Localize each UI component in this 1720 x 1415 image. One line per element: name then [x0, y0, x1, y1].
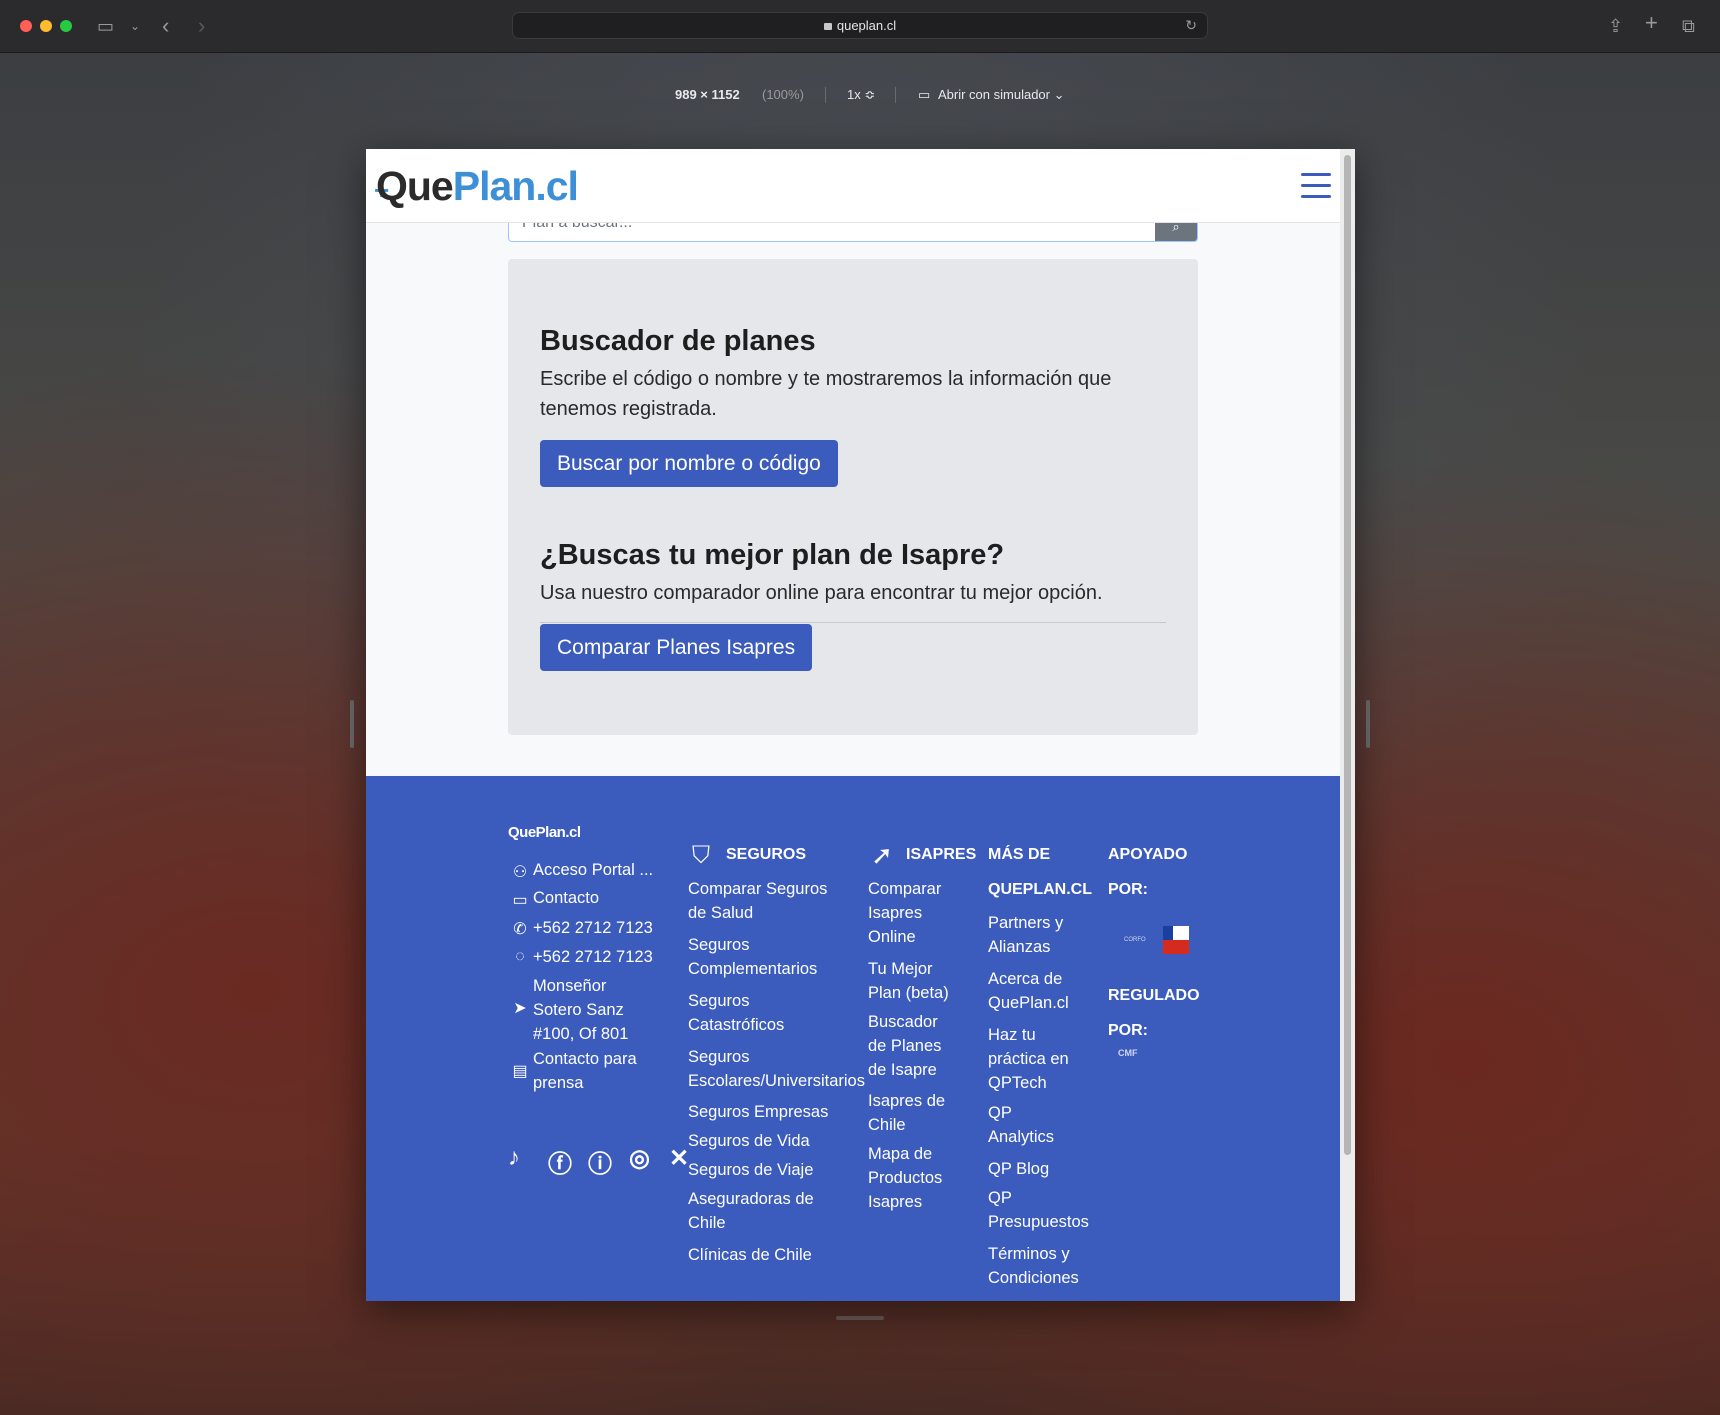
footer-link[interactable]: Seguros de Vida: [688, 1129, 810, 1153]
phone-link[interactable]: +562 2712 7123: [533, 916, 653, 940]
close-window-button[interactable]: [20, 20, 32, 32]
lock-icon: [823, 23, 832, 30]
facebook-icon[interactable]: ⓕ: [548, 1144, 572, 1179]
devices-icon: ▭: [512, 892, 528, 909]
footer-link[interactable]: Tu Mejor Plan (beta): [868, 957, 958, 1005]
search-by-name-button[interactable]: Buscar por nombre o código: [540, 440, 838, 487]
search-icon: ⌕: [1172, 222, 1180, 234]
footer-link[interactable]: QP Presupuestos: [988, 1186, 1098, 1234]
shield-icon: ⛉: [692, 842, 710, 869]
site-logo[interactable]: QuePlan.cl: [376, 163, 579, 210]
whatsapp-icon: ◌: [515, 948, 525, 965]
search-card: Buscador de planes Escribe el código o n…: [508, 259, 1198, 735]
footer-link[interactable]: Buscador de Planes de Isapre: [868, 1010, 958, 1082]
footer-link[interactable]: Aseguradoras de Chile: [688, 1187, 828, 1235]
chevron-down-icon[interactable]: ⌄: [130, 17, 140, 35]
footer-link[interactable]: Isapres de Chile: [868, 1089, 958, 1137]
maximize-window-button[interactable]: [60, 20, 72, 32]
viewport-dimensions: 989 × 1152: [675, 87, 740, 102]
plan-search-input[interactable]: Plan a buscar... ⌕: [508, 222, 1198, 242]
isapres-heading: ISAPRES: [906, 846, 977, 863]
scale-select[interactable]: 1x ≎: [847, 87, 875, 103]
footer-link[interactable]: Seguros Complementarios: [688, 933, 838, 981]
search-button[interactable]: ⌕: [1155, 222, 1197, 241]
divider: [540, 622, 1166, 623]
back-icon[interactable]: ‹: [162, 15, 169, 37]
footer-link[interactable]: Seguros Escolares/Universitarios: [688, 1045, 888, 1093]
tiktok-icon[interactable]: ♪: [508, 1144, 520, 1172]
rocket-icon: ➚: [871, 840, 893, 870]
contact-link[interactable]: Contacto: [533, 886, 599, 910]
card-title-isapre: ¿Buscas tu mejor plan de Isapre?: [540, 539, 1005, 571]
address-bar[interactable]: queplan.cl ↻: [512, 12, 1208, 39]
simulator-button[interactable]: Abrir con simulador ⌄: [938, 87, 1065, 103]
footer-link[interactable]: Haz tu práctica en QPTech: [988, 1023, 1088, 1095]
card-title-buscador: Buscador de planes: [540, 325, 816, 357]
footer-link[interactable]: Seguros Empresas: [688, 1100, 828, 1124]
resize-handle-bottom[interactable]: [836, 1316, 884, 1320]
search-placeholder: Plan a buscar...: [522, 222, 633, 231]
footer-link[interactable]: Comparar Isapres Online: [868, 877, 958, 949]
resize-handle-right[interactable]: [1366, 700, 1370, 748]
share-icon[interactable]: ⇪: [1608, 17, 1623, 35]
device-viewport: Buscador de planes Escribe el código o n…: [366, 149, 1355, 1301]
footer-link[interactable]: Clínicas de Chile: [688, 1243, 812, 1267]
url-text: queplan.cl: [836, 18, 897, 33]
instagram-icon[interactable]: ◎: [629, 1144, 650, 1173]
footer-link[interactable]: Comparar Seguros de Salud: [688, 877, 838, 925]
footer: QuePlan.cl ⚇ Acceso Portal ... ▭ Contact…: [366, 776, 1340, 1301]
footer-logo[interactable]: QuePlan.cl: [508, 824, 581, 841]
footer-link[interactable]: Términos y Condiciones: [988, 1242, 1088, 1290]
resize-handle-left[interactable]: [350, 700, 354, 748]
regulado-heading: REGULADO POR:: [1108, 987, 1200, 1039]
chile-government-logo: [1163, 926, 1189, 954]
linkedin-icon[interactable]: ⓘ: [588, 1144, 612, 1179]
mas-heading: MÁS DE QUEPLAN.CL: [988, 846, 1092, 898]
viewport-zoom: (100%): [762, 87, 804, 102]
reload-icon[interactable]: ↻: [1185, 17, 1197, 34]
location-arrow-icon: ➤: [513, 1000, 527, 1017]
whatsapp-link[interactable]: +562 2712 7123: [533, 945, 653, 969]
footer-link[interactable]: Mapa de Productos Isapres: [868, 1142, 958, 1214]
apoyado-heading: APOYADO POR:: [1108, 846, 1188, 898]
user-icon: ⚇: [512, 864, 528, 881]
footer-link[interactable]: QP Analytics: [988, 1101, 1078, 1149]
new-tab-icon[interactable]: +: [1645, 12, 1658, 34]
card-text-isapre: Usa nuestro comparador online para encon…: [540, 582, 1103, 604]
compare-plans-button[interactable]: Comparar Planes Isapres: [540, 624, 813, 671]
footer-link[interactable]: Seguros Catastróficos: [688, 989, 838, 1037]
address-text: Monseñor Sotero Sanz #100, Of 801: [533, 977, 629, 1043]
tabs-overview-icon[interactable]: ⧉: [1682, 17, 1695, 35]
scrollbar-thumb[interactable]: [1344, 155, 1351, 1155]
footer-link[interactable]: QP Blog: [988, 1157, 1049, 1181]
sidebar-icon[interactable]: ▭: [97, 17, 114, 35]
footer-link[interactable]: Seguros de Viaje: [688, 1158, 813, 1182]
hamburger-menu-icon[interactable]: [1301, 173, 1331, 206]
responsive-design-bar: 989 × 1152 (100%) 1x ≎ ▭ Abrir con simul…: [0, 87, 1720, 107]
newspaper-icon: ▤: [512, 1063, 528, 1080]
corfo-logo: CORFO: [1124, 937, 1146, 943]
device-icon: ▭: [918, 87, 931, 102]
x-icon[interactable]: ✕: [669, 1144, 689, 1173]
forward-icon[interactable]: ›: [198, 15, 205, 37]
navbar: + QuePlan.cl: [366, 149, 1340, 223]
browser-toolbar: ▭ ⌄ ‹ › queplan.cl ↻ ⇪ + ⧉: [0, 0, 1720, 53]
phone-icon: ✆: [513, 921, 527, 938]
footer-link[interactable]: Acerca de QuePlan.cl: [988, 967, 1088, 1015]
minimize-window-button[interactable]: [40, 20, 52, 32]
seguros-heading: SEGUROS: [726, 846, 807, 863]
footer-link[interactable]: Partners y Alianzas: [988, 911, 1088, 959]
card-text-buscador: Escribe el código o nombre y te mostrare…: [540, 368, 1112, 420]
portal-link[interactable]: Acceso Portal ...: [533, 858, 653, 882]
press-contact-link[interactable]: Contacto para prensa: [533, 1047, 653, 1095]
cmf-logo: CMF: [1118, 1048, 1138, 1058]
